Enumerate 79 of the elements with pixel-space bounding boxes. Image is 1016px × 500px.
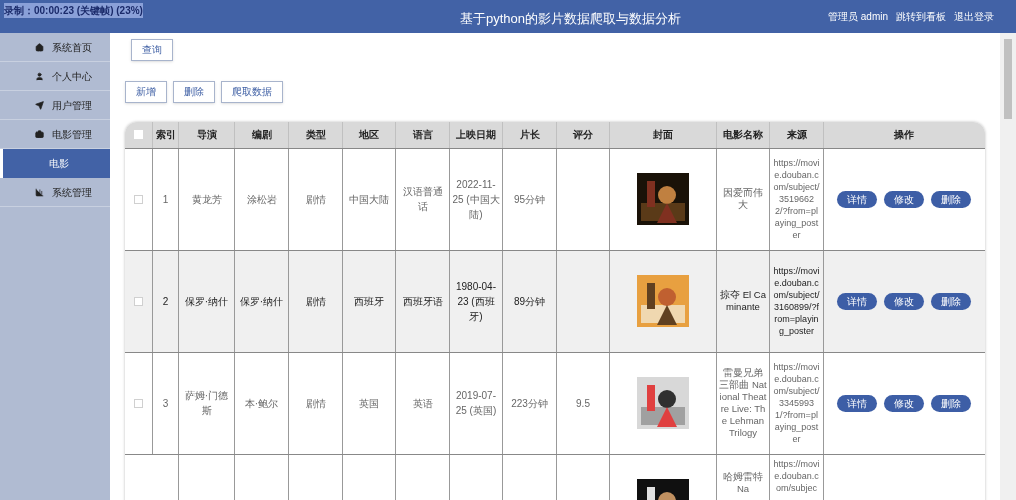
- admin-label: 管理员 admin: [828, 10, 888, 24]
- toolbar-button[interactable]: 删除: [173, 80, 215, 103]
- action-button[interactable]: 删除: [930, 190, 971, 208]
- table-cell-text: 西班牙语: [402, 294, 443, 309]
- table-cell-text: 剧情: [305, 396, 326, 411]
- table-cell-text: 1: [162, 192, 169, 207]
- action-button[interactable]: 详情: [836, 292, 877, 310]
- movie-title: 掠夺 El Caminante: [719, 289, 767, 313]
- action-button[interactable]: 详情: [836, 190, 877, 208]
- table-cell-text: 2019-07-25 (英国): [454, 389, 498, 418]
- sidebar-subitem[interactable]: 电影: [0, 149, 110, 178]
- search-button[interactable]: 查询: [131, 38, 173, 61]
- column-header: 类型: [305, 128, 326, 142]
- sidebar-item[interactable]: 个人中心: [0, 62, 110, 91]
- column-header: 导演: [196, 128, 217, 142]
- sidebar-item[interactable]: 用户管理: [0, 91, 110, 120]
- user-icon: [35, 71, 44, 81]
- action-button[interactable]: 删除: [930, 292, 971, 310]
- toolbar-button[interactable]: 新增: [125, 80, 167, 103]
- table-cell-text: 保罗·纳什: [184, 294, 229, 309]
- checkbox[interactable]: [134, 398, 143, 408]
- movie-title: 因爱而伟大: [722, 187, 764, 211]
- column-header: 片长: [519, 128, 540, 142]
- column-header: 索引: [155, 128, 176, 142]
- column-header: 编剧: [251, 128, 272, 142]
- table-cell-text: 黄龙芳: [191, 192, 222, 207]
- action-button[interactable]: 修改: [883, 190, 924, 208]
- table-cell-text: 萨姆·门德斯: [183, 389, 230, 418]
- bar-chart-icon: [35, 187, 44, 197]
- action-button[interactable]: 详情: [836, 394, 877, 412]
- column-header: 来源: [786, 128, 807, 142]
- table-cell-text: 2022-11-25 (中国大陆): [452, 177, 500, 222]
- table-cell-text: 英语: [412, 396, 433, 411]
- source-url: https://movie.douban.com/subject/33459931/?from=playing_poster: [773, 361, 820, 445]
- table-cell-text: 1980-04-23 (西班牙): [455, 279, 497, 324]
- toolbar-button[interactable]: 爬取数据: [221, 80, 283, 103]
- column-header: 评分: [573, 128, 593, 142]
- table-cell-text: 西班牙: [354, 294, 384, 309]
- action-button[interactable]: 修改: [883, 394, 924, 412]
- briefcase-icon: [35, 129, 44, 139]
- column-header: 操作: [893, 128, 914, 142]
- table-row[interactable]: 2 保罗·纳什 保罗·纳什 剧情 西班牙 西班牙语 1980-04-23 (西班牙) 89分钟 掠夺 El Caminante https://movie.douban.com/subject/3160899/?from=playing_poster 详情 修改 删除: [125, 249, 985, 352]
- table-cell-text: 汉语普通话: [401, 185, 444, 214]
- table-cell-text: 英国: [359, 396, 379, 411]
- column-header: 封面: [653, 128, 673, 142]
- action-button[interactable]: 删除: [930, 394, 971, 412]
- home-icon: [35, 42, 44, 52]
- table-cell-text: 涂松岩: [246, 192, 277, 207]
- table-cell-text: 9.5: [576, 396, 590, 411]
- sidebar-item[interactable]: 系统管理: [0, 178, 110, 207]
- table-cell-text: 保罗·纳什: [239, 294, 284, 309]
- table-cell-text: 95分钟: [513, 192, 546, 207]
- action-button[interactable]: 修改: [883, 292, 924, 310]
- table-cell-text: 本·鲍尔: [244, 396, 279, 411]
- table-cell-text: 223分钟: [511, 396, 548, 411]
- checkbox[interactable]: [134, 296, 143, 306]
- column-header: 上映日期: [456, 128, 496, 142]
- table-cell-text: 剧情: [305, 192, 326, 207]
- table-cell-text: 剧情: [305, 294, 326, 309]
- sidebar-item[interactable]: 系统首页: [0, 33, 110, 62]
- checkbox[interactable]: [134, 194, 143, 204]
- table-cell-text: 3: [162, 396, 169, 411]
- movie-title: 雷曼兄弟三部曲 National Theatre Live: The Lehman Trilogy: [719, 367, 767, 439]
- header-link[interactable]: 退出登录: [954, 9, 994, 24]
- paper-plane-icon: [35, 100, 44, 110]
- app-title: 基于python的影片数据爬取与数据分析: [460, 10, 682, 28]
- source-url: https://movie.douban.com/subject/3160899/?from=playing_poster: [773, 265, 820, 337]
- table-cell-text: 89分钟: [513, 294, 546, 309]
- table-row[interactable]: 哈姆雷特 Na https://movie.douban.com/subjec: [125, 453, 985, 500]
- column-header: 语言: [412, 128, 433, 142]
- column-header: 电影名称: [723, 128, 763, 142]
- table-cell-text: 2: [162, 294, 169, 309]
- recorder-overlay: 录制：00:00:23 (关键帧) (23%): [4, 3, 143, 18]
- source-url: https://movie.douban.com/subjec: [773, 457, 820, 495]
- source-url: https://movie.douban.com/subject/35196622/?from=playing_poster: [773, 157, 820, 241]
- table-cell-text: 中国大陆: [349, 192, 389, 207]
- header-link[interactable]: 跳转到看板: [896, 9, 946, 24]
- movie-title: 哈姆雷特 Na: [722, 470, 764, 496]
- column-header: 地区: [359, 128, 379, 142]
